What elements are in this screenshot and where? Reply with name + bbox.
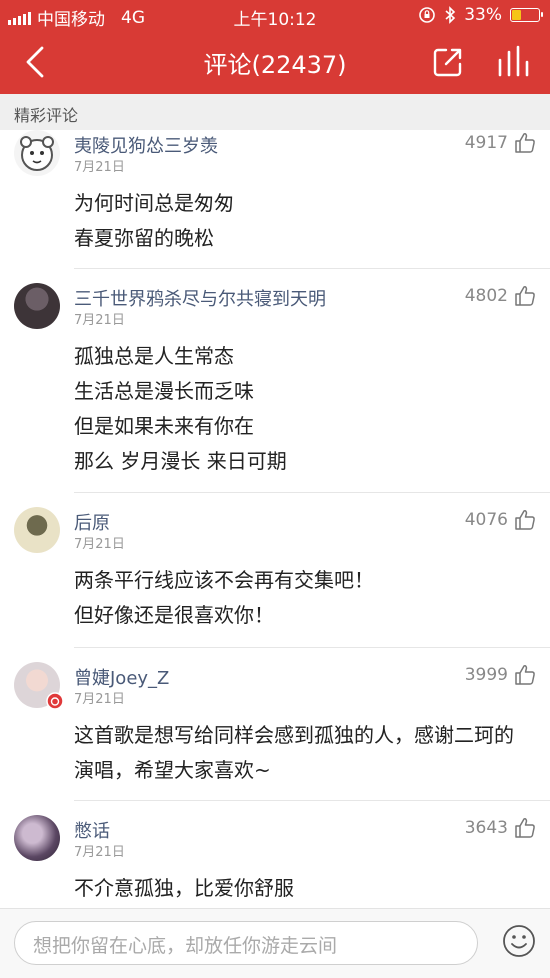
comment-date: 7月21日 xyxy=(74,537,125,552)
status-bar: 中国移动 4G 上午10:12 33% xyxy=(0,0,550,30)
comment-date: 7月21日 xyxy=(74,692,125,707)
avatar[interactable] xyxy=(14,815,60,861)
comment-username[interactable]: 后原 xyxy=(74,509,110,535)
comment-date: 7月21日 xyxy=(74,160,125,175)
thumb-up-icon xyxy=(515,286,535,306)
comment-username[interactable]: 夷陵见狗怂三岁羡 xyxy=(74,132,218,158)
comment-item[interactable]: 三千世界鸦杀尽与尔共寝到天明 7月21日 4802 孤独总是人生常态 生活总是漫… xyxy=(0,269,550,493)
thumb-up-icon xyxy=(515,510,535,530)
like-button[interactable]: 3643 xyxy=(465,817,536,839)
comment-item[interactable]: 憋话 7月21日 3643 不介意孤独，比爱你舒服 xyxy=(0,801,550,908)
comment-line: 为何时间总是匆匆 xyxy=(74,191,234,215)
bluetooth-icon xyxy=(445,6,456,24)
stats-icon[interactable] xyxy=(496,44,530,78)
like-count: 4076 xyxy=(464,510,508,530)
verified-badge-icon xyxy=(46,692,64,710)
like-count: 3999 xyxy=(464,665,508,685)
avatar[interactable] xyxy=(14,283,60,329)
comment-line: 但是如果未来有你在 xyxy=(74,414,254,438)
like-count: 4917 xyxy=(464,133,508,153)
comment-username[interactable]: 曾婕Joey_Z xyxy=(74,664,169,690)
comment-text: 这首歌是想写给同样会感到孤独的人，感谢二珂的 演唱，希望大家喜欢~ xyxy=(74,718,532,788)
thumb-up-icon xyxy=(515,133,535,153)
comment-line: 春夏弥留的晚松 xyxy=(74,226,214,250)
comment-text: 两条平行线应该不会再有交集吧！ 但好像还是很喜欢你！ xyxy=(74,563,532,633)
comment-input[interactable]: 想把你留在心底，却放任你游走云间 xyxy=(14,921,478,965)
thumb-up-icon xyxy=(515,665,535,685)
comment-item[interactable]: 后原 7月21日 4076 两条平行线应该不会再有交集吧！ 但好像还是很喜欢你！ xyxy=(0,493,550,648)
comment-line: 两条平行线应该不会再有交集吧！ xyxy=(74,568,374,592)
lock-rotation-icon xyxy=(419,7,436,23)
emoji-icon[interactable] xyxy=(502,924,536,958)
like-count: 4802 xyxy=(464,286,508,306)
avatar[interactable] xyxy=(14,130,60,176)
like-count: 3643 xyxy=(464,818,508,838)
comment-input-bar: 想把你留在心底，却放任你游走云间 xyxy=(0,908,550,978)
comment-text: 不介意孤独，比爱你舒服 xyxy=(74,871,532,906)
comment-text: 为何时间总是匆匆 春夏弥留的晚松 xyxy=(74,186,532,256)
page-title: 评论(22437) xyxy=(203,51,347,79)
comment-line: 孤独总是人生常态 xyxy=(74,344,234,368)
comment-item[interactable]: 夷陵见狗怂三岁羡 7月21日 4917 为何时间总是匆匆 春夏弥留的晚松 xyxy=(0,130,550,269)
comment-line: 但好像还是很喜欢你！ xyxy=(74,603,274,627)
like-button[interactable]: 4802 xyxy=(465,285,536,307)
comment-username[interactable]: 三千世界鸦杀尽与尔共寝到天明 xyxy=(74,285,326,311)
section-header: 精彩评论 xyxy=(0,94,550,130)
comment-item[interactable]: 曾婕Joey_Z 7月21日 3999 这首歌是想写给同样会感到孤独的人，感谢二… xyxy=(0,648,550,801)
like-button[interactable]: 3999 xyxy=(465,664,536,686)
status-right: 33% xyxy=(418,5,543,25)
comment-line: 不介意孤独，比爱你舒服 xyxy=(74,876,294,900)
comment-date: 7月21日 xyxy=(74,313,125,328)
avatar[interactable] xyxy=(14,507,60,553)
comment-line: 这首歌是想写给同样会感到孤独的人，感谢二珂的 xyxy=(74,723,514,747)
share-icon[interactable] xyxy=(432,46,464,78)
comment-date: 7月21日 xyxy=(74,845,125,860)
like-button[interactable]: 4917 xyxy=(465,132,536,154)
thumb-up-icon xyxy=(515,818,535,838)
comment-text: 孤独总是人生常态 生活总是漫长而乏味 但是如果未来有你在 那么 岁月漫长 来日可… xyxy=(74,339,532,479)
like-button[interactable]: 4076 xyxy=(465,509,536,531)
battery-icon xyxy=(510,8,543,22)
battery-percent: 33% xyxy=(464,5,502,25)
comment-line: 生活总是漫长而乏味 xyxy=(74,379,254,403)
comment-username[interactable]: 憋话 xyxy=(74,817,110,843)
comment-line: 演唱，希望大家喜欢~ xyxy=(74,758,271,782)
nav-bar: 评论(22437) xyxy=(0,30,550,94)
comment-list[interactable]: 夷陵见狗怂三岁羡 7月21日 4917 为何时间总是匆匆 春夏弥留的晚松 三千世… xyxy=(0,130,550,908)
comment-line: 那么 岁月漫长 来日可期 xyxy=(74,449,287,473)
